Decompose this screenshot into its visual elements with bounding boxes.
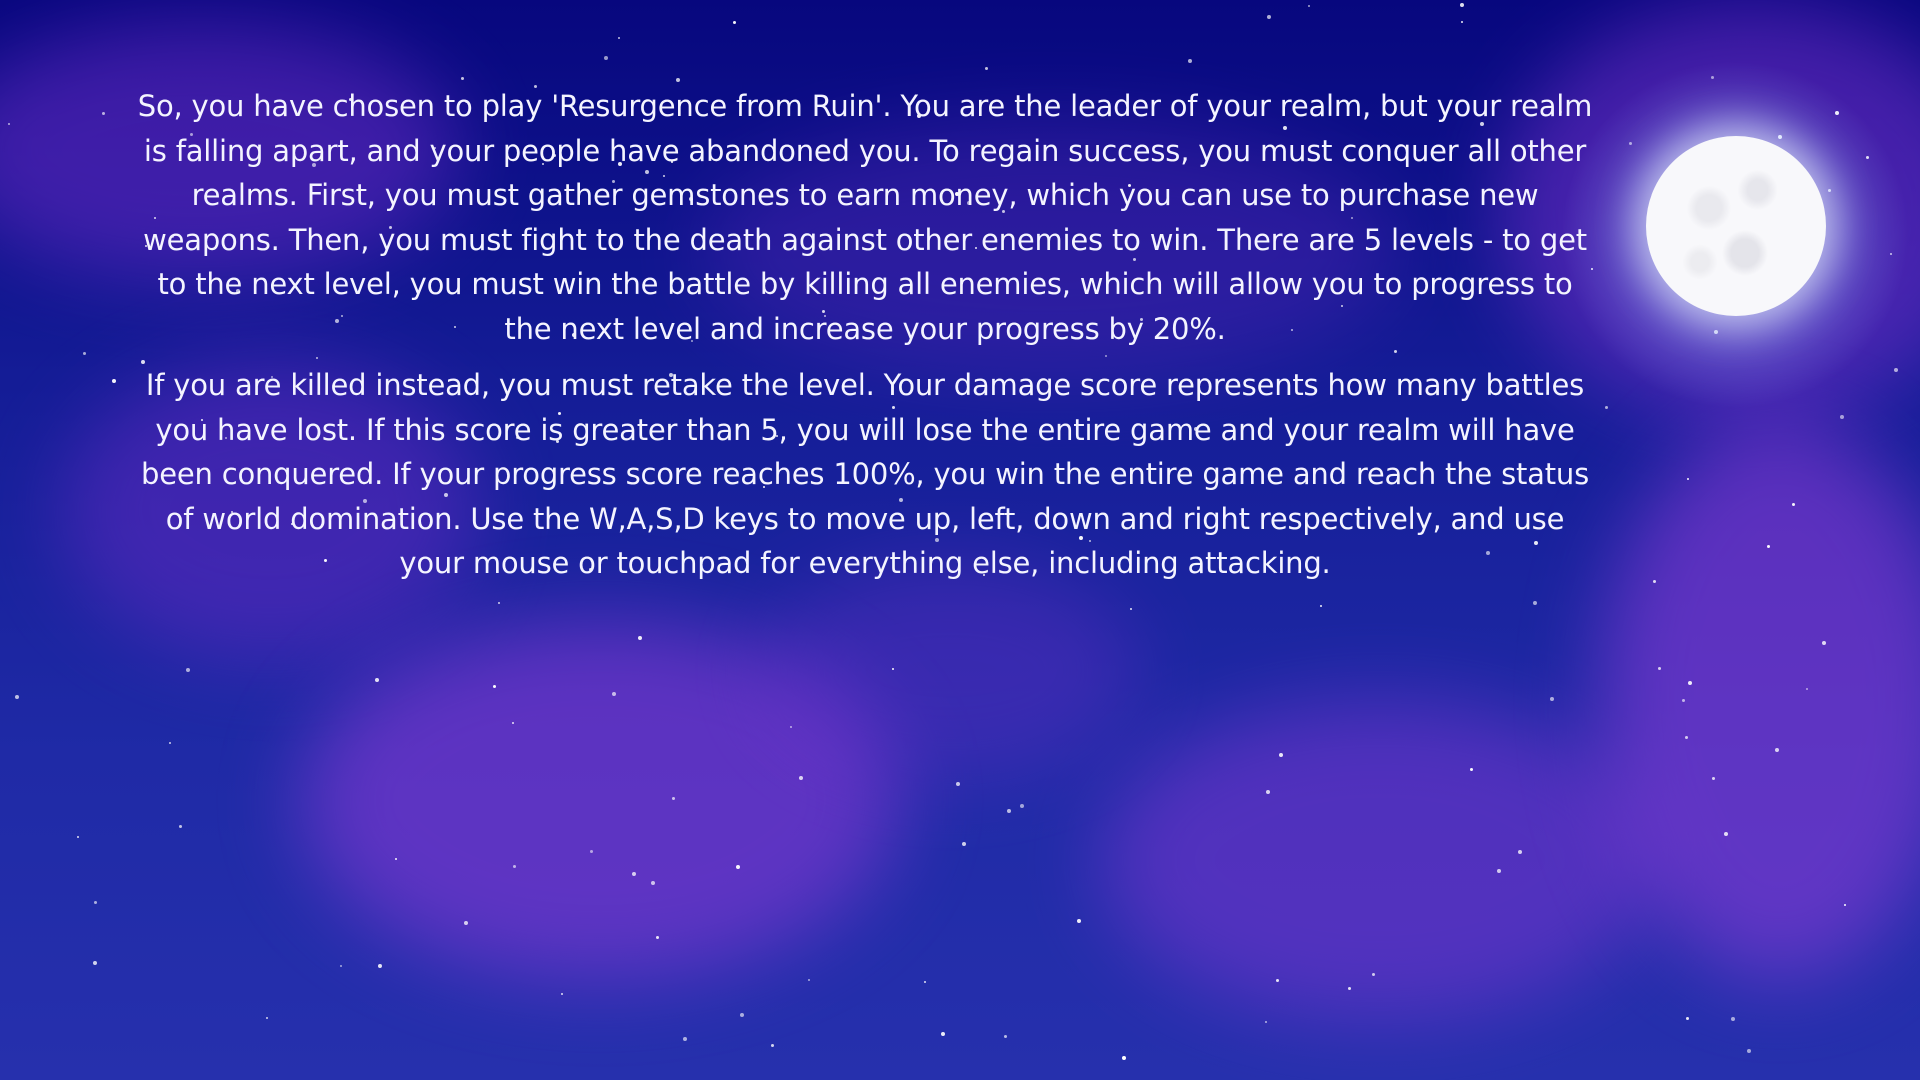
star — [1461, 21, 1463, 23]
star — [1276, 979, 1279, 982]
star — [513, 865, 516, 868]
star — [1550, 697, 1554, 701]
star — [1688, 681, 1692, 685]
star — [1497, 869, 1501, 873]
star — [590, 850, 593, 853]
star — [736, 865, 740, 869]
star — [378, 964, 382, 968]
star — [1806, 688, 1808, 690]
instructions-paragraph-2: If you are killed instead, you must reta… — [141, 368, 1589, 580]
star — [1460, 3, 1464, 7]
star — [1130, 608, 1132, 610]
star — [93, 961, 97, 965]
star — [618, 37, 620, 39]
star — [94, 901, 97, 904]
star — [1470, 768, 1473, 771]
star — [604, 56, 608, 60]
star — [498, 602, 500, 604]
star — [1658, 667, 1661, 670]
star — [632, 872, 636, 876]
star — [1687, 478, 1689, 480]
star — [733, 21, 736, 24]
star — [1004, 1035, 1007, 1038]
star — [1792, 503, 1795, 506]
star — [1266, 790, 1270, 794]
star — [77, 836, 79, 838]
star — [941, 1032, 945, 1036]
star — [1685, 736, 1688, 739]
star — [1844, 904, 1846, 906]
star — [924, 981, 926, 983]
star — [1682, 699, 1685, 702]
star — [102, 112, 105, 115]
instructions-paragraph-1: So, you have chosen to play 'Resurgence … — [137, 89, 1593, 346]
star — [771, 1044, 774, 1047]
star — [1308, 5, 1310, 7]
star — [1686, 1017, 1689, 1020]
star — [683, 1037, 687, 1041]
cloud — [1600, 420, 1920, 980]
star — [493, 685, 496, 688]
cloud — [300, 620, 900, 980]
star — [1605, 406, 1608, 409]
star — [1320, 605, 1322, 607]
star — [790, 726, 792, 728]
star — [1188, 59, 1192, 63]
star — [799, 776, 803, 780]
star — [1894, 368, 1898, 372]
star — [561, 993, 563, 995]
star — [1348, 987, 1351, 990]
star — [1840, 415, 1844, 419]
star — [1822, 641, 1826, 645]
star — [266, 1017, 268, 1019]
star — [512, 722, 514, 724]
cloud — [1100, 700, 1660, 1020]
star — [1767, 545, 1770, 548]
star — [15, 695, 19, 699]
star — [340, 965, 342, 967]
star — [962, 842, 966, 846]
star — [1533, 601, 1537, 605]
star — [1653, 580, 1656, 583]
star — [169, 742, 171, 744]
star — [892, 668, 894, 670]
cloud — [760, 560, 1140, 780]
star — [612, 692, 616, 696]
star — [1372, 973, 1375, 976]
star — [1279, 753, 1283, 757]
star — [461, 77, 464, 80]
star — [672, 797, 675, 800]
star — [395, 858, 397, 860]
instructions-text: So, you have chosen to play 'Resurgence … — [130, 84, 1600, 586]
star — [1007, 809, 1011, 813]
star — [464, 921, 468, 925]
star — [112, 379, 116, 383]
star — [656, 936, 659, 939]
moon-icon — [1646, 136, 1826, 316]
star — [375, 678, 379, 682]
star — [1747, 1049, 1751, 1053]
star — [1518, 850, 1522, 854]
star — [1775, 748, 1779, 752]
star — [1265, 1021, 1267, 1023]
star — [1712, 777, 1715, 780]
star — [638, 636, 642, 640]
star — [740, 1013, 744, 1017]
star — [8, 123, 10, 125]
star — [1020, 804, 1024, 808]
star — [1267, 15, 1271, 19]
star — [1731, 1017, 1735, 1021]
star — [1122, 1056, 1126, 1060]
star — [651, 881, 655, 885]
star — [985, 67, 988, 70]
star — [808, 979, 810, 981]
star — [956, 782, 960, 786]
star — [676, 78, 680, 82]
star — [186, 668, 190, 672]
star — [1724, 832, 1728, 836]
star — [179, 825, 182, 828]
star — [1077, 919, 1081, 923]
star — [83, 352, 86, 355]
